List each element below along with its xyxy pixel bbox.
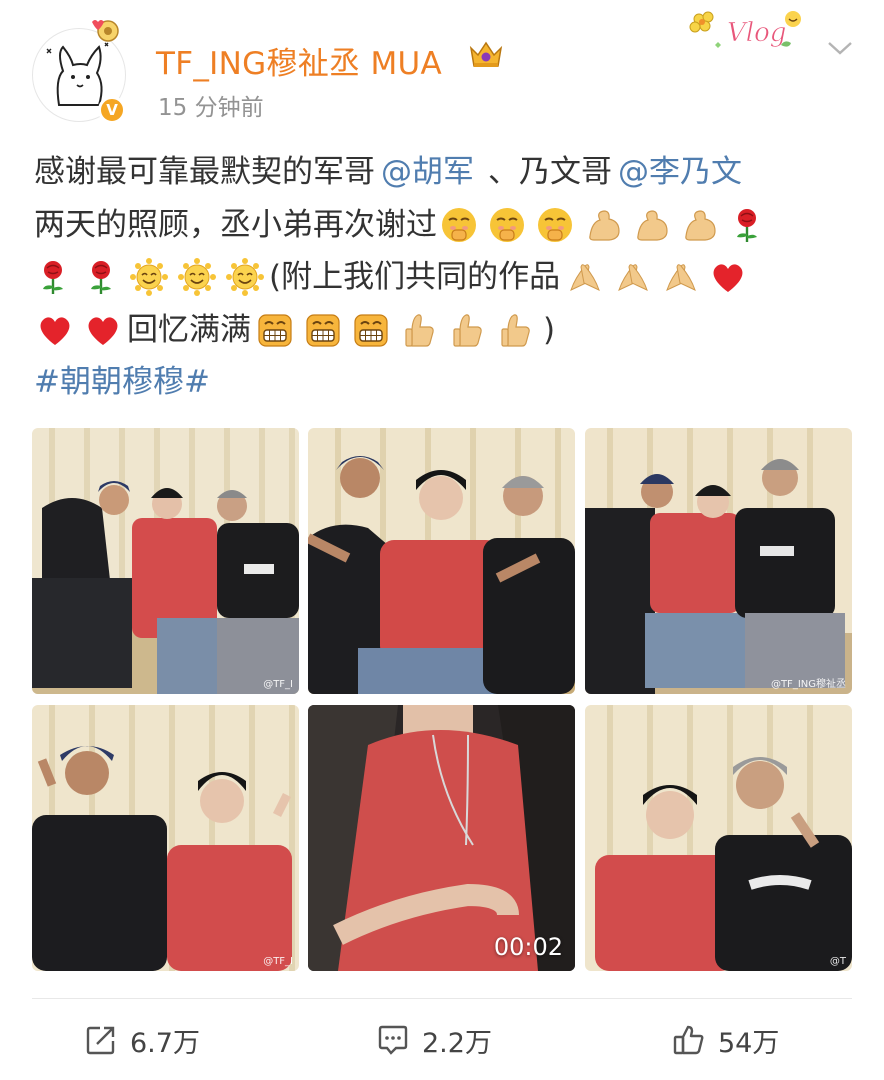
thumbs-up-emoji-icon [448, 311, 486, 349]
photo-1[interactable]: @TF_I [32, 428, 299, 694]
post-timestamp: 15 分钟前 [158, 95, 264, 121]
heart-emoji-icon [709, 258, 747, 296]
grin-emoji-icon [304, 311, 342, 349]
like-count: 54万 [718, 1027, 780, 1059]
photo-2[interactable] [308, 428, 575, 694]
photo-watermark: @TF_ING穆祉丞 [770, 679, 846, 690]
photo-watermark: @T [829, 956, 846, 967]
post-line-3: (附上我们共同的作品 [34, 251, 854, 304]
photo-3[interactable]: @TF_ING穆祉丞 [585, 428, 852, 694]
chevron-down-icon[interactable] [826, 38, 854, 58]
thumbs-up-emoji-icon [496, 311, 534, 349]
verified-badge-icon: V [98, 96, 126, 124]
post-line-5: #朝朝穆穆# [34, 356, 854, 409]
flexed-arm-emoji-icon [584, 206, 622, 244]
username[interactable]: TF_ING穆祉丞 MUA [156, 38, 442, 83]
thumbs-up-emoji-icon [400, 311, 438, 349]
vlog-sticker-icon: Vlog [685, 5, 810, 57]
photo-6[interactable]: @T [585, 705, 852, 971]
post-text: 两天的照顾，丞小弟再次谢过 [34, 206, 437, 243]
post-line-1: 感谢最可靠最默契的军哥 @胡军 、乃文哥 @李乃文 [34, 146, 854, 199]
heart-emoji-icon [36, 311, 74, 349]
share-icon [86, 1026, 115, 1055]
flexed-arm-emoji-icon [632, 206, 670, 244]
post-text: 、乃文哥 [488, 154, 612, 190]
footer-divider [32, 998, 852, 999]
shush-emoji-icon [536, 206, 574, 244]
post-text: 回忆满满 [127, 311, 251, 348]
comment-button[interactable]: 2.2万 [376, 1018, 492, 1062]
shush-emoji-icon [440, 206, 478, 244]
photo-watermark: @TF_I [263, 956, 293, 967]
photo-watermark: @TF_I [263, 679, 293, 690]
pray-emoji-icon [613, 258, 651, 296]
photo-5[interactable]: 00:02 [308, 705, 575, 971]
post-text: (附上我们共同的作品 [269, 259, 561, 295]
post-line-4: 回忆满满 ) [34, 304, 854, 357]
grin-emoji-icon [352, 311, 390, 349]
sun-emoji-icon [226, 258, 264, 297]
mention-hujun[interactable]: @胡军 [381, 146, 474, 199]
hashtag-link[interactable]: #朝朝穆穆# [34, 356, 210, 409]
like-icon [673, 1025, 704, 1055]
repost-button[interactable]: 6.7万 [84, 1018, 200, 1062]
flexed-arm-emoji-icon [680, 206, 718, 244]
rose-emoji-icon [82, 258, 120, 296]
post-content: 感谢最可靠最默契的军哥 @胡军 、乃文哥 @李乃文 两天的照顾，丞小弟再次谢过 … [34, 146, 854, 409]
video-duration: 00:02 [493, 933, 563, 961]
like-button[interactable]: 54万 [672, 1018, 779, 1062]
post-line-2: 两天的照顾，丞小弟再次谢过 [34, 199, 854, 252]
sun-emoji-icon [178, 258, 216, 297]
crown-icon [468, 38, 504, 70]
pray-emoji-icon [565, 258, 603, 296]
post-text: ) [543, 311, 556, 348]
rose-emoji-icon [34, 258, 72, 296]
mention-linaiwen[interactable]: @李乃文 [618, 146, 742, 199]
post-text: 感谢最可靠最默契的军哥 [34, 154, 375, 190]
avatar-decoration-icon [88, 14, 122, 48]
sun-emoji-icon [130, 258, 168, 297]
heart-emoji-icon [84, 311, 122, 349]
rose-emoji-icon [728, 206, 766, 244]
comment-icon [378, 1025, 408, 1055]
grin-emoji-icon [256, 311, 294, 349]
vlog-sticker-label: Vlog [727, 18, 786, 48]
pray-emoji-icon [661, 258, 699, 296]
shush-emoji-icon [488, 206, 526, 244]
repost-count: 6.7万 [130, 1027, 200, 1059]
photo-4[interactable]: @TF_I [32, 705, 299, 971]
comment-count: 2.2万 [422, 1027, 492, 1059]
